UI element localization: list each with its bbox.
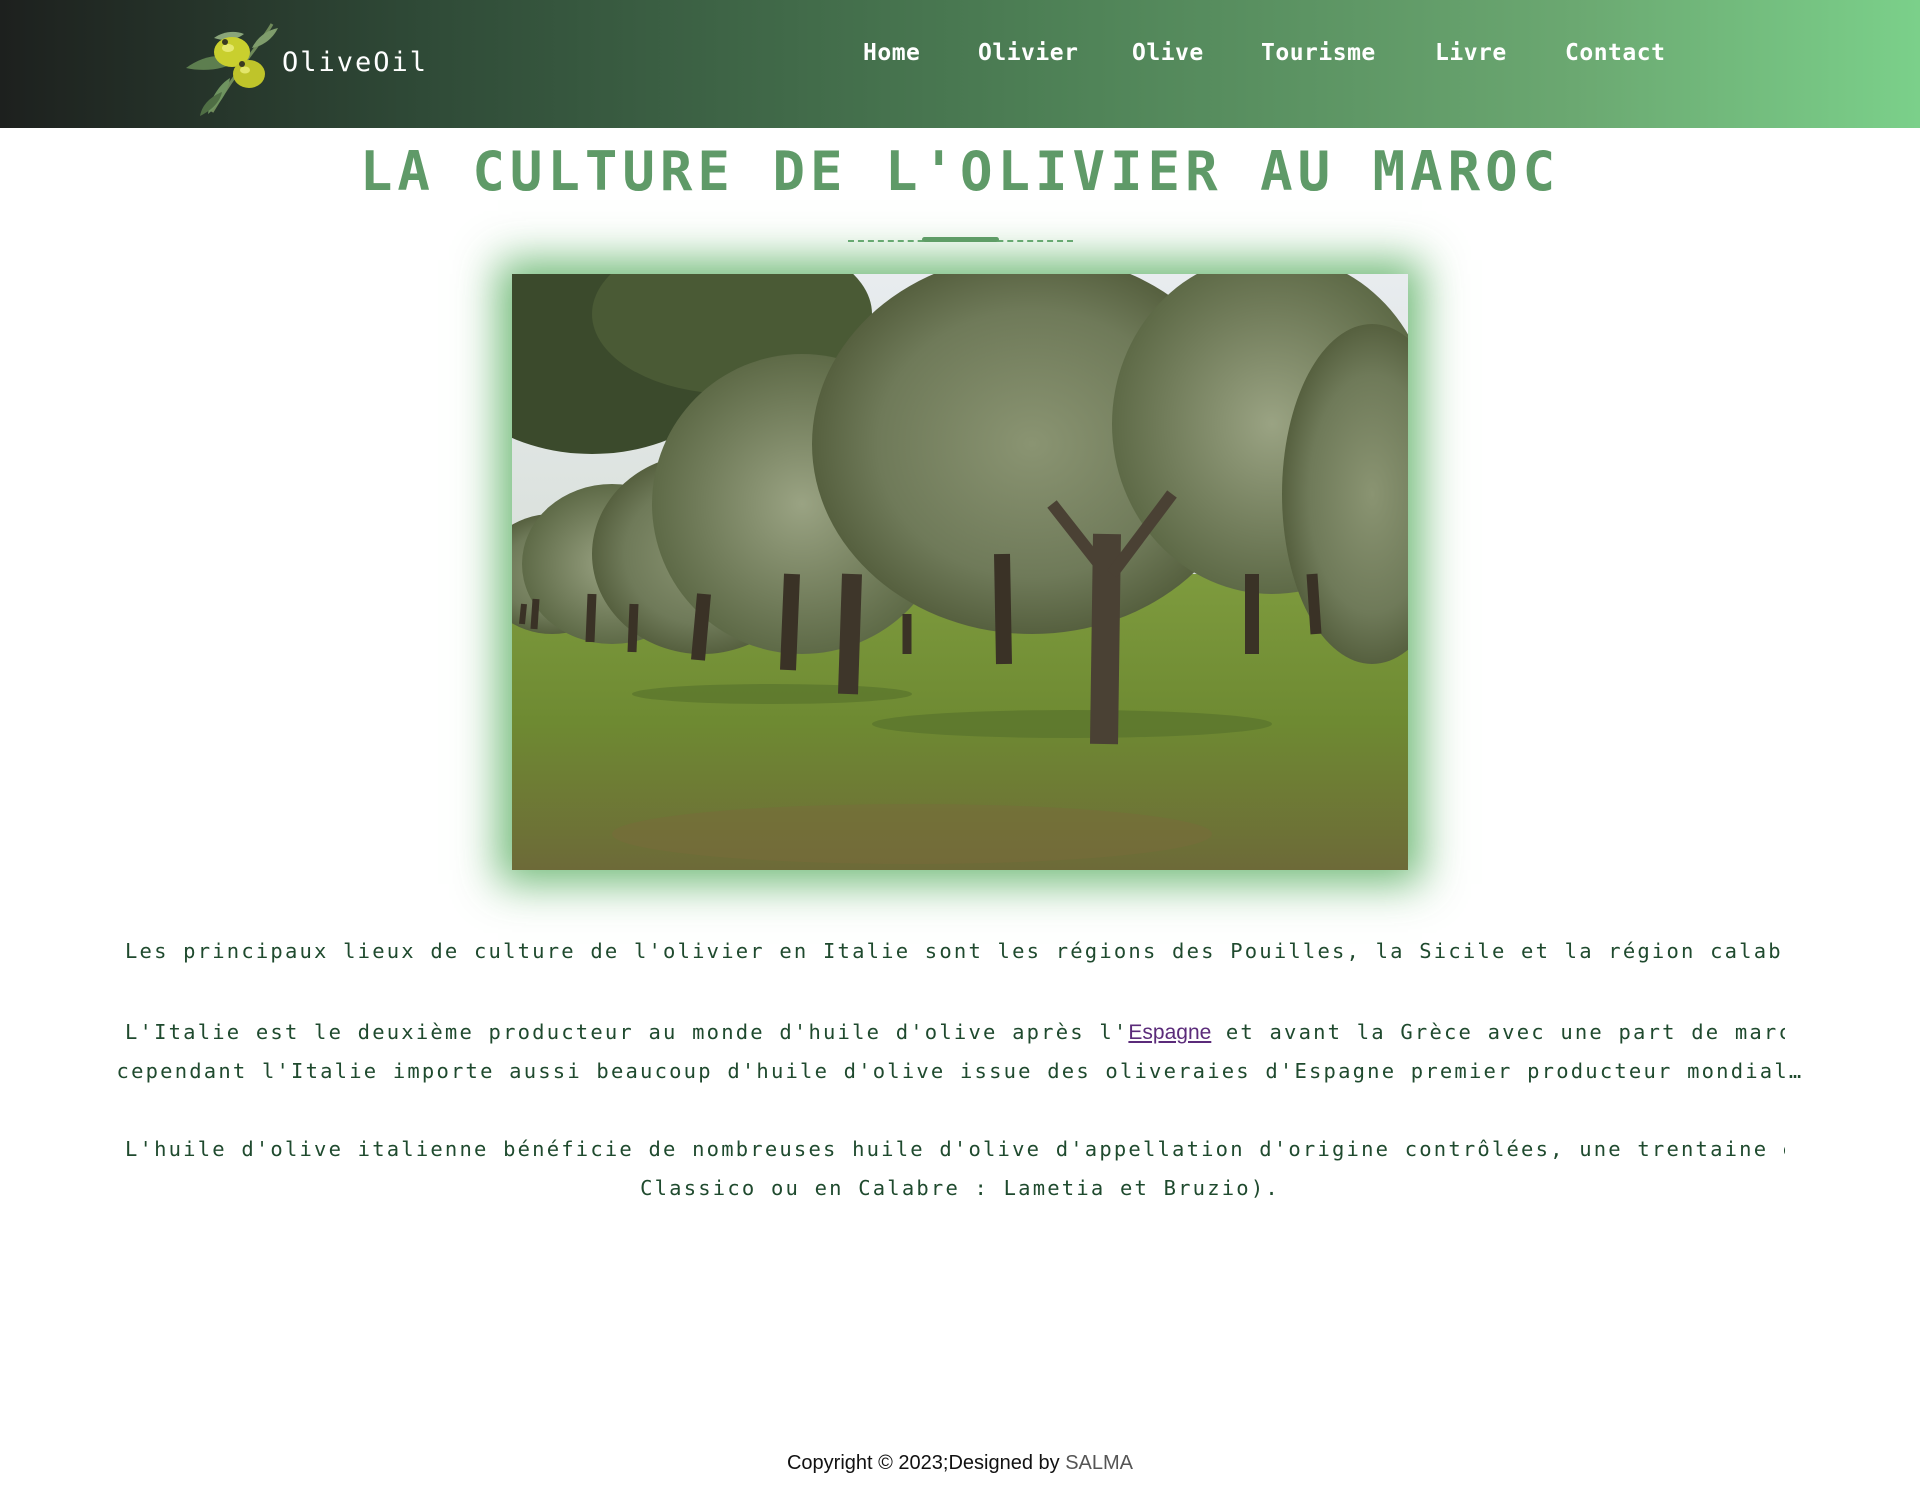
paragraph-1: Les principaux lieux de culture de l'oli… [0,932,1920,972]
paragraph-1-text: Les principaux lieux de culture de l'oli… [125,939,1785,963]
main-nav: Home Olivier Olive Tourisme Livre Contac… [0,40,1920,80]
paragraph-2: L'Italie est le deuxième producteur au m… [0,1013,1920,1093]
copyright-text: Copyright © 2023;Designed by [786,1452,1066,1474]
paragraph-3-line-2: Classico ou en Calabre : Lametia et Bruz… [640,1176,1280,1200]
site-footer: Copyright © 2023;Designed by SALMA [0,1452,1920,1475]
divider-bar [922,237,999,242]
nav-contact[interactable]: Contact [1565,40,1665,66]
espagne-link[interactable]: Espagne [1128,1021,1211,1044]
nav-olivier[interactable]: Olivier [978,40,1078,66]
paragraph-2-line-1: L'Italie est le deuxième producteur au m… [125,1013,1785,1052]
page-title: LA CULTURE DE L'OLIVIER AU MAROC [359,140,1561,203]
nav-home[interactable]: Home [863,40,920,66]
footer-author: SALMA [1065,1452,1134,1474]
olive-grove-image [512,274,1408,870]
paragraph-3-line-1: L'huile d'olive italienne bénéficie de n… [125,1137,1785,1161]
nav-tourisme[interactable]: Tourisme [1261,40,1376,66]
title-divider [848,236,1073,242]
paragraph-3: L'huile d'olive italienne bénéficie de n… [0,1130,1920,1210]
paragraph-2-line-2: cependant l'Italie importe aussi beaucou… [116,1059,1804,1083]
nav-livre[interactable]: Livre [1435,40,1507,66]
site-header: OliveOil Home Olivier Olive Tourisme Liv… [0,0,1920,128]
olive-grove-photo [512,274,1408,870]
paragraph-2-text-after: et avant la Grèce avec une part de march… [1225,1020,1785,1044]
nav-olive[interactable]: Olive [1132,40,1204,66]
paragraph-2-text-before: L'Italie est le deuxième producteur au m… [125,1020,1129,1044]
